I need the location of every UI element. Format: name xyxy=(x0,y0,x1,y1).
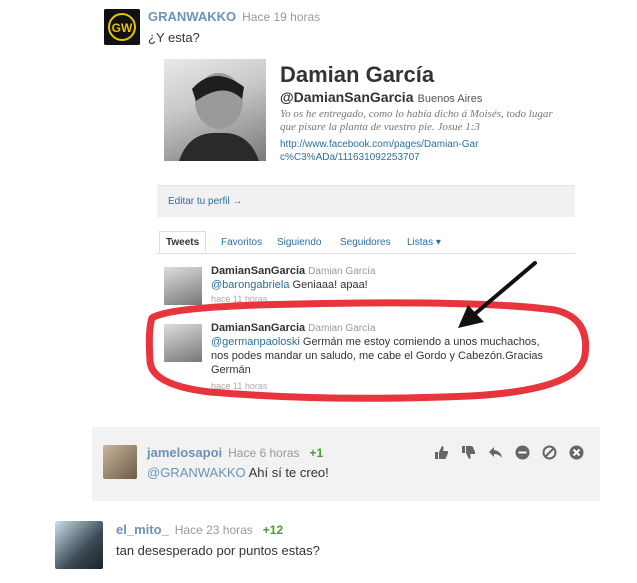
tweet-item-highlighted: DamianSanGarcia Damian García @germanpaol… xyxy=(164,322,574,394)
profile-bio: Yo os he entregado, como lo había dicho … xyxy=(280,108,553,133)
tweet-username: DamianSanGarcia xyxy=(211,265,306,277)
profile-handle: @DamianSanGarcia Buenos Aires xyxy=(280,89,482,105)
profile-url: http://www.facebook.com/pages/Damian-Gar… xyxy=(280,139,479,163)
person-photo-icon xyxy=(179,73,259,161)
tweet-time: hace 11 horas xyxy=(211,381,268,391)
comment-body: Ahí sí te creo! xyxy=(245,465,329,480)
comment-granwakko: GW GRANWAKKO Hace 19 horas ¿Y esta? Damia… xyxy=(0,0,637,420)
avatar[interactable]: GW xyxy=(104,9,140,45)
svg-text:GW: GW xyxy=(112,21,133,35)
points-badge: +1 xyxy=(309,446,324,460)
tweet-fullname: Damian García xyxy=(308,323,376,334)
tweet-mention: @germanpaoloski xyxy=(211,336,300,348)
tweet-user: DamianSanGarcia Damian García xyxy=(211,265,375,277)
block-icon[interactable] xyxy=(542,445,557,460)
comment-actions xyxy=(434,445,584,460)
comment-el-mito: el_mito_ Hace 23 horas +12 tan desesperado… xyxy=(0,512,637,583)
comment-jamelosapoi: jamelosapoi Hace 6 horas +1 @GRANWAKKO Ahí… xyxy=(92,427,600,501)
close-circle-icon[interactable] xyxy=(569,445,584,460)
timestamp: Hace 19 horas xyxy=(242,10,321,24)
timestamp: Hace 23 horas xyxy=(174,523,253,537)
username-link[interactable]: GRANWAKKO xyxy=(148,9,236,24)
tweet-body: Geniaaa! apaa! xyxy=(289,279,368,291)
tweet-mention: @barongabriela xyxy=(211,279,290,291)
username-link[interactable]: jamelosapoi xyxy=(147,445,222,460)
tweet-avatar xyxy=(164,267,202,305)
tab-listas: Listas ▾ xyxy=(407,237,441,248)
tab-siguiendo: Siguiendo xyxy=(277,237,322,248)
username-link[interactable]: el_mito_ xyxy=(116,522,169,537)
thumbs-down-icon[interactable] xyxy=(461,445,476,460)
avatar[interactable] xyxy=(55,521,103,569)
edit-profile-link: Editar tu perfil → xyxy=(168,196,243,207)
tweet-user: DamianSanGarcia Damian García xyxy=(211,322,375,334)
tweet-fullname: Damian García xyxy=(308,266,376,277)
embedded-twitter-screenshot: Damian García @DamianSanGarcia Buenos Air… xyxy=(155,52,585,412)
tweet-time: hace 11 horas xyxy=(211,294,268,304)
twitter-tabs: Tweets Favoritos Siguiendo Seguidores Li… xyxy=(157,231,575,254)
profile-photo xyxy=(164,59,266,161)
tab-tweets: Tweets xyxy=(159,231,207,253)
tab-seguidores: Seguidores xyxy=(340,237,391,248)
timestamp: Hace 6 horas xyxy=(228,446,300,460)
comment-text: tan desesperado por puntos estas? xyxy=(116,543,320,558)
comment-text: ¿Y esta? xyxy=(148,30,200,45)
comment-header: el_mito_ Hace 23 horas +12 xyxy=(116,521,283,539)
tweet-text: @germanpaoloski Germán me estoy comiendo… xyxy=(211,335,551,377)
profile-name: Damian García xyxy=(280,62,435,87)
comment-text: @GRANWAKKO Ahí sí te creo! xyxy=(147,465,329,480)
avatar[interactable] xyxy=(103,445,137,479)
minus-circle-icon[interactable] xyxy=(515,445,530,460)
reply-icon[interactable] xyxy=(488,445,503,460)
tab-favoritos: Favoritos xyxy=(221,237,263,248)
gw-logo-icon: GW xyxy=(104,9,140,45)
profile-location: Buenos Aires xyxy=(417,93,483,105)
tweet-avatar xyxy=(164,324,202,362)
tweet-item: DamianSanGarcia Damian García @barongabri… xyxy=(164,265,574,307)
handle-text: @DamianSanGarcia xyxy=(280,89,414,105)
tweet-username: DamianSanGarcia xyxy=(211,322,306,334)
tweet-text: @barongabriela Geniaaa! apaa! xyxy=(211,278,551,292)
comment-header: jamelosapoi Hace 6 horas +1 xyxy=(147,444,323,462)
points-badge: +12 xyxy=(262,523,284,537)
edit-profile-bar: Editar tu perfil → xyxy=(157,185,575,217)
thumbs-up-icon[interactable] xyxy=(434,445,449,460)
mention-link[interactable]: @GRANWAKKO xyxy=(147,465,246,480)
comment-header: GRANWAKKO Hace 19 horas xyxy=(148,8,320,26)
